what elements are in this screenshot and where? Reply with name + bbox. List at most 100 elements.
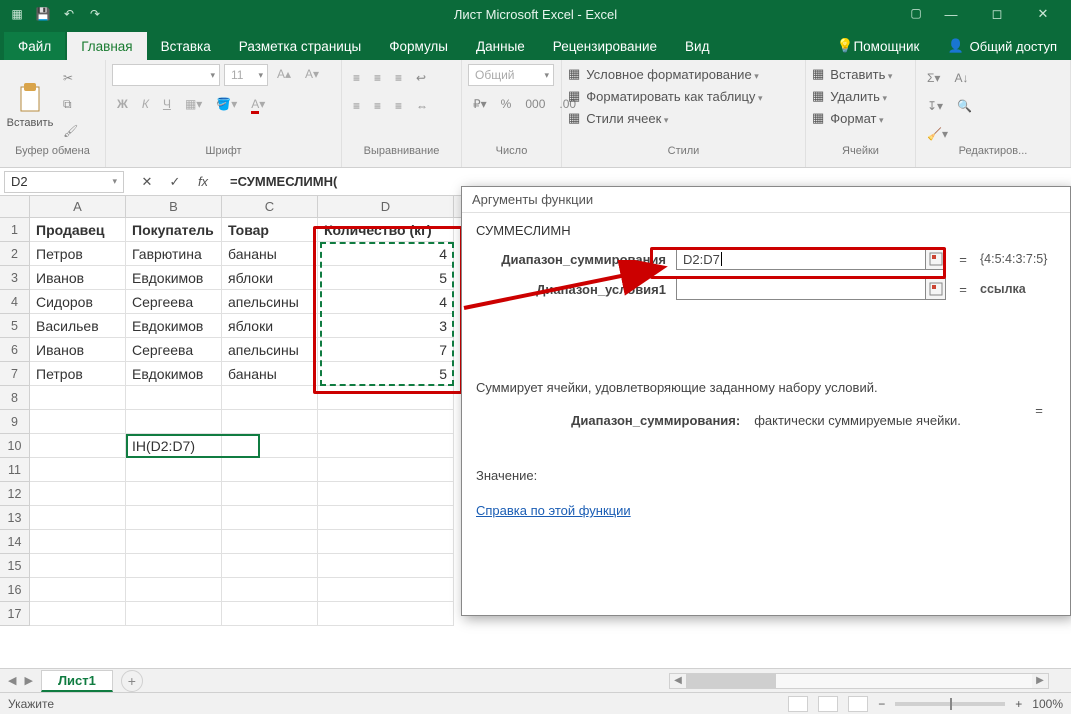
- font-combo[interactable]: [112, 64, 220, 86]
- cell-C8[interactable]: [222, 386, 318, 410]
- fill-color-button[interactable]: 🪣▾: [211, 94, 242, 114]
- fx-button[interactable]: fx: [190, 171, 216, 193]
- cell-C6[interactable]: апельсины: [222, 338, 318, 362]
- cell-A8[interactable]: [30, 386, 126, 410]
- merge-icon[interactable]: ⇔: [411, 96, 433, 116]
- copy-icon[interactable]: ⧉: [58, 94, 83, 115]
- view-normal-icon[interactable]: [788, 696, 808, 712]
- zoom-value[interactable]: 100%: [1032, 697, 1063, 711]
- row-header[interactable]: 14: [0, 530, 30, 554]
- row-header[interactable]: 9: [0, 410, 30, 434]
- cell-A15[interactable]: [30, 554, 126, 578]
- col-C[interactable]: C: [222, 196, 318, 217]
- hscroll-left[interactable]: ◀: [670, 674, 686, 688]
- underline-button[interactable]: Ч: [158, 94, 176, 114]
- cell-D8[interactable]: [318, 386, 454, 410]
- cell-A10[interactable]: [30, 434, 126, 458]
- view-break-icon[interactable]: [848, 696, 868, 712]
- cell-B5[interactable]: Евдокимов: [126, 314, 222, 338]
- cell-C13[interactable]: [222, 506, 318, 530]
- cell-C3[interactable]: яблоки: [222, 266, 318, 290]
- row-header[interactable]: 11: [0, 458, 30, 482]
- cell-D14[interactable]: [318, 530, 454, 554]
- row-header[interactable]: 12: [0, 482, 30, 506]
- cell-D3[interactable]: 5: [318, 266, 454, 290]
- cut-icon[interactable]: ✂: [58, 68, 83, 88]
- cell-B14[interactable]: [126, 530, 222, 554]
- grow-font-icon[interactable]: A▴: [272, 64, 296, 86]
- autosum-icon[interactable]: Σ▾: [922, 68, 945, 88]
- cell-B13[interactable]: [126, 506, 222, 530]
- undo-icon[interactable]: ↶: [60, 5, 78, 23]
- align-center-icon[interactable]: ≡: [369, 96, 386, 116]
- cell-C15[interactable]: [222, 554, 318, 578]
- insert-cells-button[interactable]: ▦Вставить: [812, 64, 909, 84]
- zoom-slider[interactable]: [895, 702, 1005, 706]
- cell-D11[interactable]: [318, 458, 454, 482]
- cell-C10[interactable]: [222, 434, 318, 458]
- cell-A6[interactable]: Иванов: [30, 338, 126, 362]
- comma-icon[interactable]: 000: [520, 94, 550, 114]
- delete-cells-button[interactable]: ▦Удалить: [812, 86, 909, 106]
- cell-D10[interactable]: [318, 434, 454, 458]
- row-header[interactable]: 13: [0, 506, 30, 530]
- accept-formula-button[interactable]: ✓: [162, 171, 188, 193]
- row-header[interactable]: 4: [0, 290, 30, 314]
- cell-C7[interactable]: бананы: [222, 362, 318, 386]
- cell-B12[interactable]: [126, 482, 222, 506]
- align-right-icon[interactable]: ≡: [390, 96, 407, 116]
- cell-D16[interactable]: [318, 578, 454, 602]
- font-size-combo[interactable]: 11: [224, 64, 268, 86]
- format-painter-icon[interactable]: 🖌: [58, 121, 83, 141]
- cell-A11[interactable]: [30, 458, 126, 482]
- cell-C9[interactable]: [222, 410, 318, 434]
- arg1-input[interactable]: D2:D7: [676, 248, 926, 270]
- cell-B17[interactable]: [126, 602, 222, 626]
- row-header[interactable]: 15: [0, 554, 30, 578]
- cell-D2[interactable]: 4: [318, 242, 454, 266]
- cancel-formula-button[interactable]: ✕: [134, 171, 160, 193]
- bold-button[interactable]: Ж: [112, 94, 133, 114]
- sheet-nav-prev[interactable]: ◀: [8, 674, 16, 687]
- cond-format-button[interactable]: ▦Условное форматирование: [568, 64, 799, 84]
- zoom-out-icon[interactable]: −: [878, 697, 885, 711]
- name-box[interactable]: D2: [4, 171, 124, 193]
- row-header[interactable]: 8: [0, 386, 30, 410]
- cell-A14[interactable]: [30, 530, 126, 554]
- align-mid-icon[interactable]: ≡: [369, 68, 386, 88]
- font-color-button[interactable]: A▾: [246, 94, 270, 114]
- cell-C2[interactable]: бананы: [222, 242, 318, 266]
- arg2-range-picker[interactable]: [926, 278, 946, 300]
- cell-A9[interactable]: [30, 410, 126, 434]
- cell-C17[interactable]: [222, 602, 318, 626]
- view-layout-icon[interactable]: [818, 696, 838, 712]
- redo-icon[interactable]: ↷: [86, 5, 104, 23]
- cell-A16[interactable]: [30, 578, 126, 602]
- tab-help[interactable]: 💡 Помощник: [823, 32, 934, 60]
- cell-C5[interactable]: яблоки: [222, 314, 318, 338]
- row-header[interactable]: 16: [0, 578, 30, 602]
- cell-C14[interactable]: [222, 530, 318, 554]
- cell-B4[interactable]: Сергеева: [126, 290, 222, 314]
- save-icon[interactable]: 💾: [34, 5, 52, 23]
- cell-C1[interactable]: Товар: [222, 218, 318, 242]
- borders-button[interactable]: ▦▾: [180, 94, 207, 114]
- find-icon[interactable]: 🔍: [952, 96, 977, 116]
- cell-A4[interactable]: Сидоров: [30, 290, 126, 314]
- col-D[interactable]: D: [318, 196, 454, 217]
- zoom-in-icon[interactable]: +: [1015, 697, 1022, 711]
- cell-D15[interactable]: [318, 554, 454, 578]
- select-all-corner[interactable]: [0, 196, 30, 218]
- share-button[interactable]: 👤Общий доступ: [933, 32, 1071, 60]
- cell-C12[interactable]: [222, 482, 318, 506]
- row-header[interactable]: 17: [0, 602, 30, 626]
- cell-B7[interactable]: Евдокимов: [126, 362, 222, 386]
- cell-B10[interactable]: ІН(D2:D7): [126, 434, 222, 458]
- cell-C4[interactable]: апельсины: [222, 290, 318, 314]
- tab-formulas[interactable]: Формулы: [375, 32, 462, 60]
- cell-A5[interactable]: Васильев: [30, 314, 126, 338]
- paste-button[interactable]: Вставить: [6, 64, 54, 145]
- sheet-nav-next[interactable]: ▶: [24, 674, 32, 687]
- arg1-range-picker[interactable]: [926, 248, 946, 270]
- cell-A7[interactable]: Петров: [30, 362, 126, 386]
